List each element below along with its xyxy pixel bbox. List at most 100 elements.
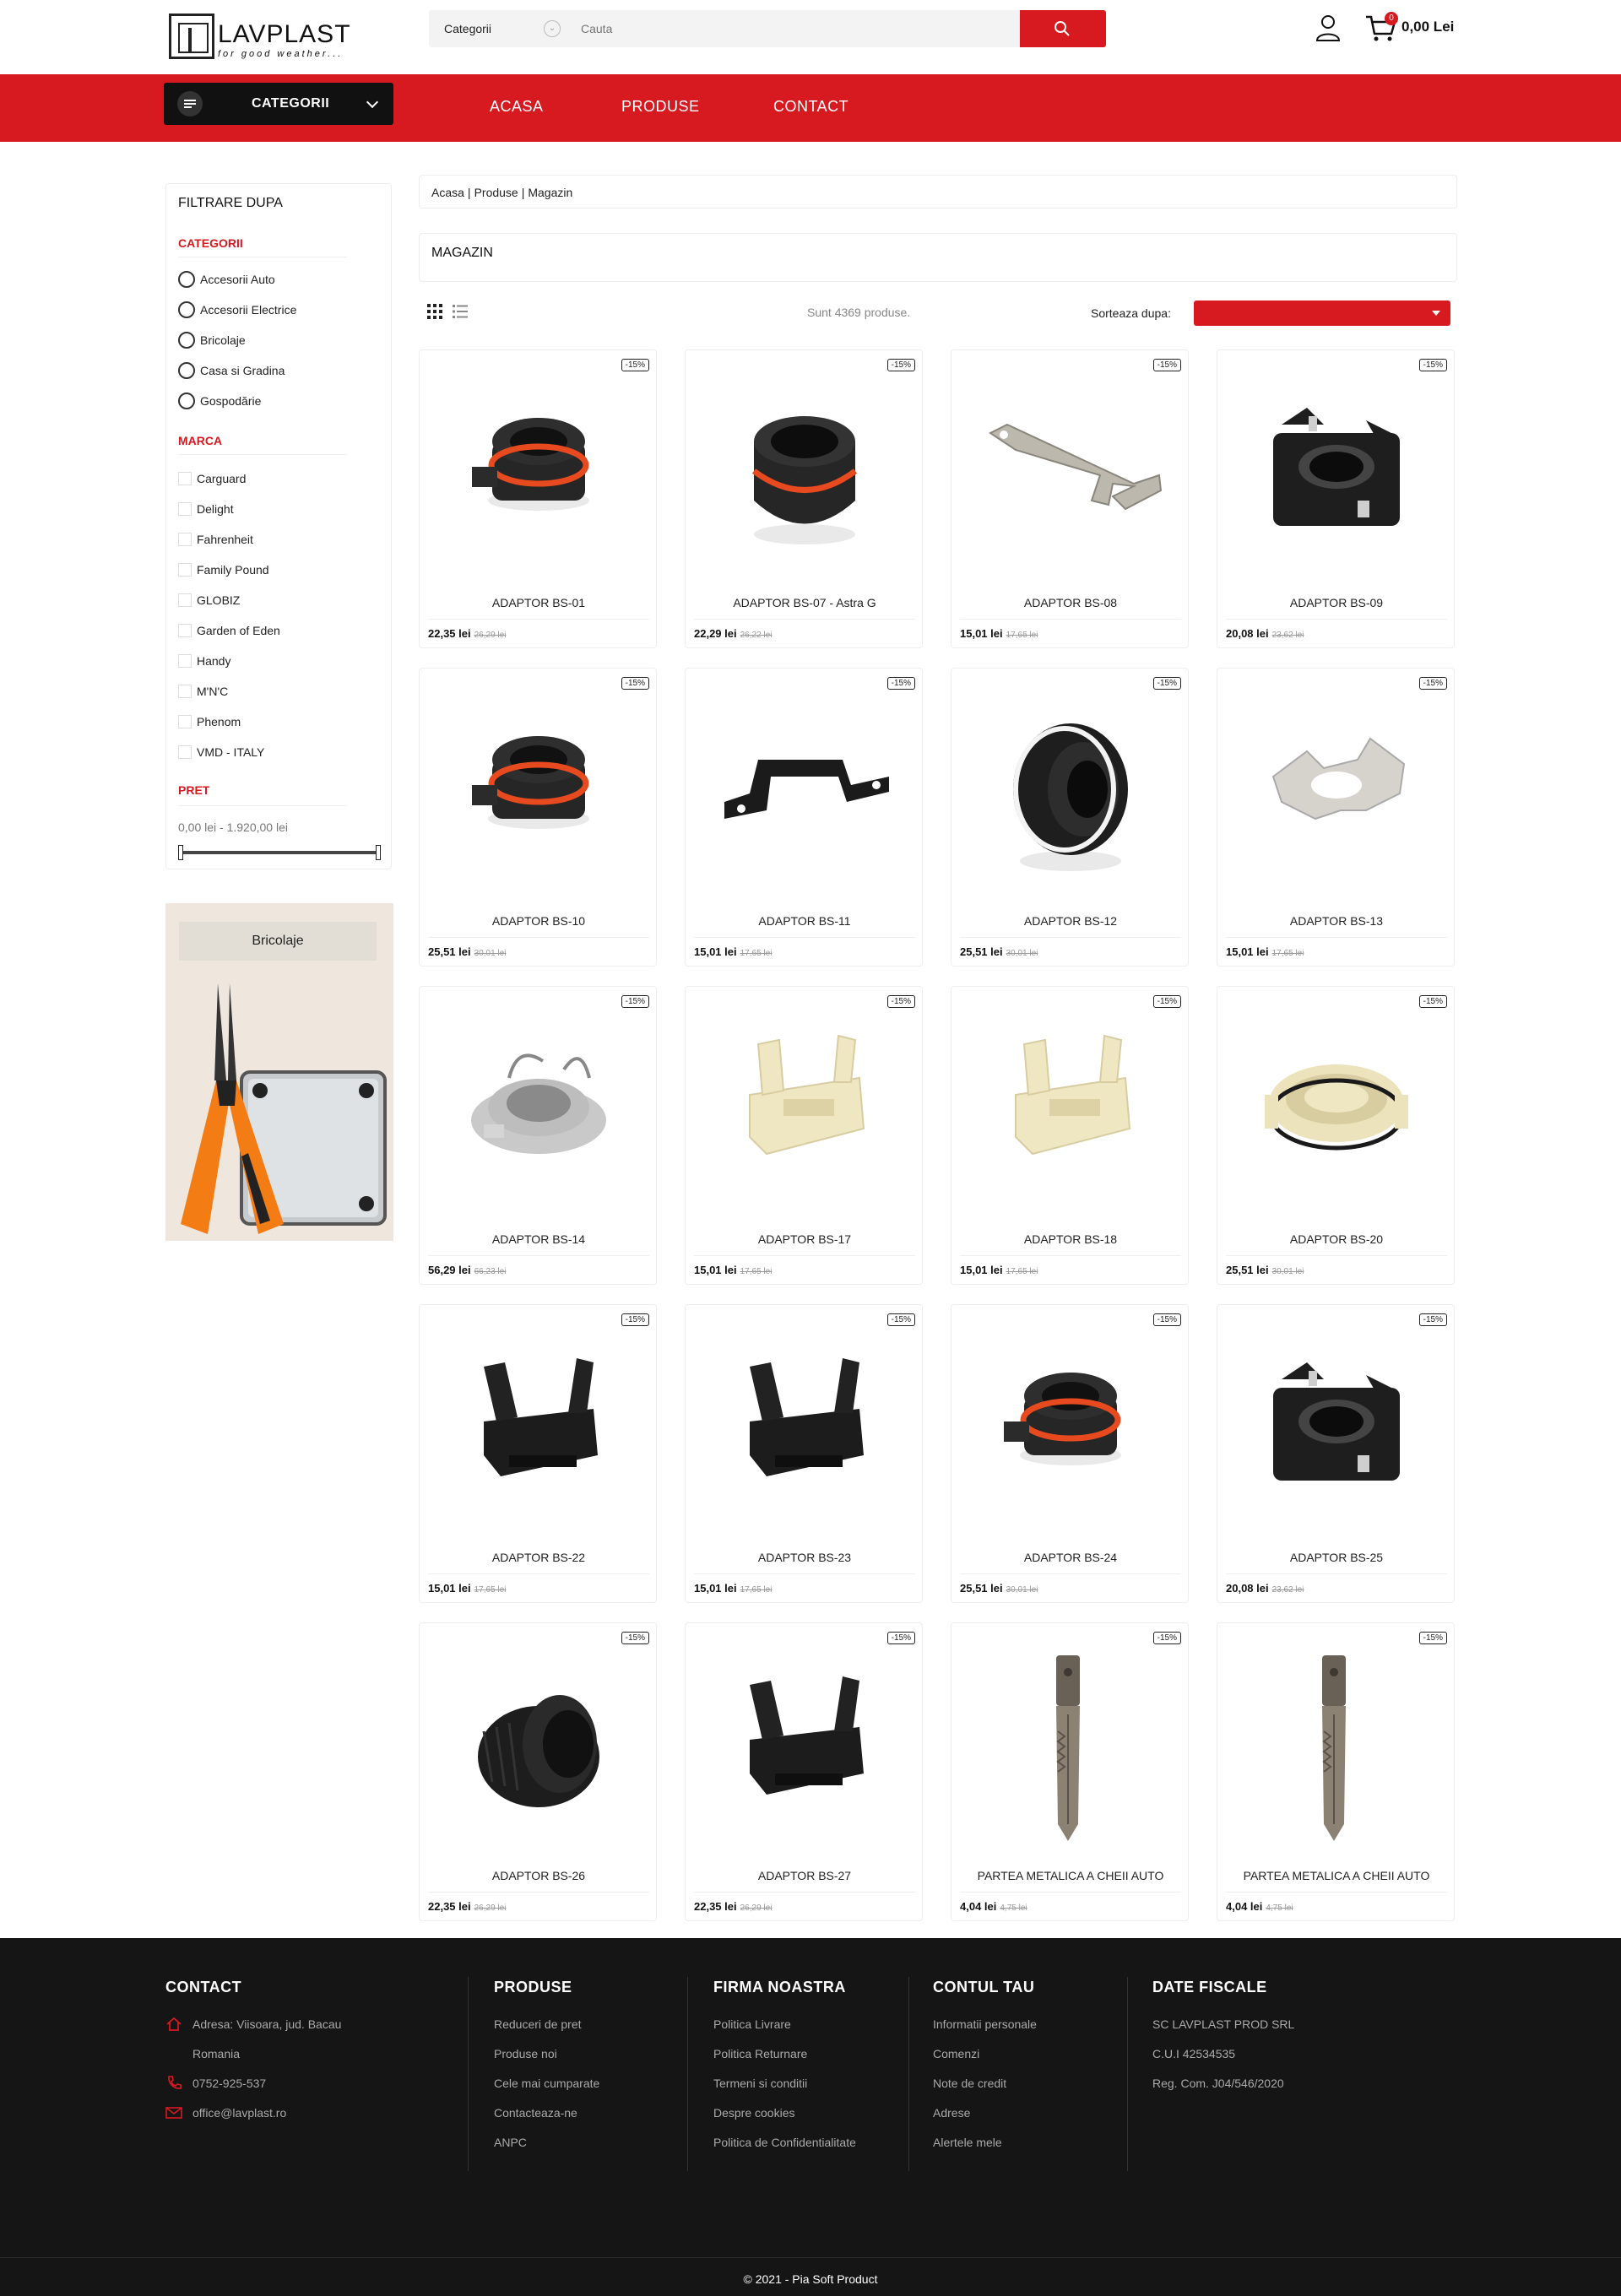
sort-select[interactable] — [1194, 301, 1450, 326]
product-image[interactable] — [433, 374, 644, 575]
product-card[interactable]: -15% ADAPTOR BS-08 15,01 lei 17,65 lei — [951, 349, 1189, 648]
product-image[interactable] — [699, 374, 910, 575]
checkbox[interactable] — [178, 654, 192, 668]
product-card[interactable]: -15% ADAPTOR BS-24 25,51 lei 30,01 lei — [951, 1304, 1189, 1603]
product-name[interactable]: ADAPTOR BS-08 — [951, 596, 1190, 609]
product-image[interactable] — [433, 692, 644, 893]
radio-button[interactable] — [178, 271, 195, 288]
product-card[interactable]: -15% ADAPTOR BS-27 22,35 lei 26,29 lei — [685, 1622, 923, 1921]
product-image[interactable] — [1231, 1010, 1442, 1211]
product-image[interactable] — [965, 1647, 1176, 1848]
categories-menu-button[interactable]: CATEGORII — [164, 83, 393, 125]
nav-link-produse[interactable]: PRODUSE — [621, 74, 700, 138]
radio-button[interactable] — [178, 332, 195, 349]
chevron-down-icon[interactable]: ⌄ — [544, 20, 561, 37]
product-name[interactable]: ADAPTOR BS-17 — [686, 1232, 924, 1246]
footer-link[interactable]: Note de credit — [933, 2077, 1006, 2090]
checkbox[interactable] — [178, 624, 192, 637]
product-card[interactable]: -15% ADAPTOR BS-11 15,01 lei 17,65 lei — [685, 668, 923, 967]
checkbox[interactable] — [178, 715, 192, 728]
product-name[interactable]: ADAPTOR BS-10 — [420, 914, 658, 928]
nav-link-contact[interactable]: CONTACT — [773, 74, 848, 138]
product-image[interactable] — [965, 374, 1176, 575]
product-card[interactable]: -15% ADAPTOR BS-10 25,51 lei 30,01 lei — [419, 668, 657, 967]
radio-button[interactable] — [178, 301, 195, 318]
footer-link[interactable]: Cele mai cumparate — [494, 2077, 599, 2090]
product-card[interactable]: -15% ADAPTOR BS-20 25,51 lei 30,01 lei — [1217, 986, 1455, 1285]
product-image[interactable] — [965, 1329, 1176, 1530]
checkbox[interactable] — [178, 685, 192, 698]
product-image[interactable] — [433, 1010, 644, 1211]
product-card[interactable]: -15% ADAPTOR BS-22 15,01 lei 17,65 lei — [419, 1304, 657, 1603]
footer-phone[interactable]: 0752-925-537 — [192, 2077, 266, 2090]
checkbox[interactable] — [178, 745, 192, 759]
price-slider-min-handle[interactable] — [178, 845, 183, 860]
site-logo[interactable]: LAVPLAST for good weather... — [169, 14, 355, 62]
product-name[interactable]: ADAPTOR BS-13 — [1217, 914, 1456, 928]
product-image[interactable] — [699, 1647, 910, 1848]
product-image[interactable] — [1231, 1329, 1442, 1530]
product-card[interactable]: -15% ADAPTOR BS-14 56,29 lei 66,23 lei — [419, 986, 657, 1285]
product-name[interactable]: ADAPTOR BS-09 — [1217, 596, 1456, 609]
footer-link[interactable]: Politica de Confidentialitate — [713, 2136, 856, 2149]
product-card[interactable]: -15% ADAPTOR BS-07 - Astra G 22,29 lei 26,2… — [685, 349, 923, 648]
radio-button[interactable] — [178, 393, 195, 409]
product-image[interactable] — [699, 1329, 910, 1530]
price-slider-track[interactable] — [180, 851, 379, 854]
product-name[interactable]: PARTEA METALICA A CHEII AUTO — [951, 1869, 1190, 1882]
footer-link[interactable]: Politica Returnare — [713, 2047, 807, 2060]
footer-link[interactable]: Informatii personale — [933, 2017, 1037, 2031]
footer-link[interactable]: Despre cookies — [713, 2106, 795, 2120]
product-name[interactable]: ADAPTOR BS-22 — [420, 1551, 658, 1564]
grid-view-icon[interactable] — [427, 304, 442, 319]
radio-button[interactable] — [178, 362, 195, 379]
product-card[interactable]: -15% ADAPTOR BS-12 25,51 lei 30,01 lei — [951, 668, 1189, 967]
product-card[interactable]: -15% PARTEA METALICA A CHEII AUTO 4,04 lei… — [1217, 1622, 1455, 1921]
nav-link-acasa[interactable]: ACASA — [490, 74, 544, 138]
breadcrumb-item-produse[interactable]: Produse — [474, 186, 518, 199]
product-name[interactable]: ADAPTOR BS-12 — [951, 914, 1190, 928]
user-account-icon[interactable] — [1315, 14, 1341, 42]
product-name[interactable]: PARTEA METALICA A CHEII AUTO — [1217, 1869, 1456, 1882]
product-image[interactable] — [433, 1329, 644, 1530]
cart-total[interactable]: 0,00 Lei — [1401, 19, 1454, 35]
product-card[interactable]: -15% ADAPTOR BS-13 15,01 lei 17,65 lei — [1217, 668, 1455, 967]
product-image[interactable] — [965, 692, 1176, 893]
product-card[interactable]: -15% ADAPTOR BS-01 22,35 lei 26,29 lei — [419, 349, 657, 648]
product-name[interactable]: ADAPTOR BS-07 - Astra G — [686, 596, 924, 609]
breadcrumb-item-acasa[interactable]: Acasa — [431, 186, 464, 199]
footer-link[interactable]: Comenzi — [933, 2047, 979, 2060]
footer-link[interactable]: Contacteaza-ne — [494, 2106, 577, 2120]
search-category-select[interactable]: Categorii — [444, 10, 491, 47]
product-image[interactable] — [1231, 1647, 1442, 1848]
product-image[interactable] — [433, 1647, 644, 1848]
product-image[interactable] — [1231, 692, 1442, 893]
product-image[interactable] — [699, 1010, 910, 1211]
footer-link[interactable]: Produse noi — [494, 2047, 557, 2060]
product-card[interactable]: -15% ADAPTOR BS-09 20,08 lei 23,62 lei — [1217, 349, 1455, 648]
price-slider-max-handle[interactable] — [376, 845, 381, 860]
footer-link[interactable]: ANPC — [494, 2136, 527, 2149]
product-image[interactable] — [965, 1010, 1176, 1211]
promo-banner[interactable]: Bricolaje — [165, 903, 393, 1241]
product-name[interactable]: ADAPTOR BS-25 — [1217, 1551, 1456, 1564]
list-view-icon[interactable] — [453, 304, 468, 319]
checkbox[interactable] — [178, 563, 192, 577]
product-card[interactable]: -15% ADAPTOR BS-26 22,35 lei 26,29 lei — [419, 1622, 657, 1921]
product-name[interactable]: ADAPTOR BS-20 — [1217, 1232, 1456, 1246]
product-card[interactable]: -15% ADAPTOR BS-17 15,01 lei 17,65 lei — [685, 986, 923, 1285]
checkbox[interactable] — [178, 533, 192, 546]
checkbox[interactable] — [178, 472, 192, 485]
product-card[interactable]: -15% ADAPTOR BS-25 20,08 lei 23,62 lei — [1217, 1304, 1455, 1603]
product-name[interactable]: ADAPTOR BS-23 — [686, 1551, 924, 1564]
checkbox[interactable] — [178, 593, 192, 607]
search-input[interactable] — [581, 10, 1003, 47]
product-image[interactable] — [1231, 374, 1442, 575]
footer-link[interactable]: Adrese — [933, 2106, 970, 2120]
product-image[interactable] — [699, 692, 910, 893]
footer-link[interactable]: Politica Livrare — [713, 2017, 791, 2031]
product-name[interactable]: ADAPTOR BS-26 — [420, 1869, 658, 1882]
product-card[interactable]: -15% ADAPTOR BS-23 15,01 lei 17,65 lei — [685, 1304, 923, 1603]
search-button[interactable] — [1020, 10, 1106, 47]
product-name[interactable]: ADAPTOR BS-18 — [951, 1232, 1190, 1246]
